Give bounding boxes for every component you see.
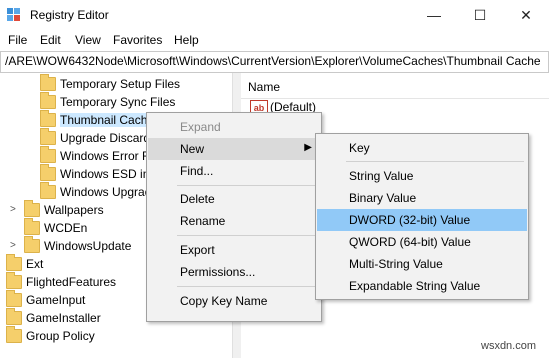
menu-favorites[interactable]: Favorites	[113, 33, 162, 47]
ctx-rename[interactable]: Rename	[148, 210, 320, 232]
sub-expandable-string-value-label: Expandable String Value	[349, 279, 481, 293]
tree-item[interactable]: Temporary Setup Files	[0, 74, 232, 93]
ctx-copy-key-name-label: Copy Key Name	[180, 294, 268, 308]
ctx-permissions[interactable]: Permissions...	[148, 261, 320, 283]
folder-icon	[6, 254, 22, 271]
tree-item-label: FlightedFeatures	[26, 275, 117, 289]
folder-icon	[40, 74, 56, 91]
sub-string-value[interactable]: String Value	[317, 165, 527, 187]
sub-dword-value-label: DWORD (32-bit) Value	[349, 213, 471, 227]
close-button[interactable]: ✕	[503, 0, 549, 31]
ctx-export-label: Export	[180, 243, 215, 257]
address-bar[interactable]: /ARE\WOW6432Node\Microsoft\Windows\Curre…	[0, 51, 549, 73]
ctx-expand-label: Expand	[180, 120, 221, 134]
folder-icon	[40, 146, 56, 163]
chevron-right-icon[interactable]: >	[10, 204, 16, 215]
watermark: wsxdn.com	[481, 340, 537, 352]
folder-icon	[24, 236, 40, 253]
menu-help[interactable]: Help	[174, 33, 199, 47]
sub-key-label: Key	[349, 141, 370, 155]
column-header-name[interactable]: Name	[248, 80, 280, 94]
window-title: Registry Editor	[30, 8, 109, 22]
sub-binary-value[interactable]: Binary Value	[317, 187, 527, 209]
tree-item-label: Thumbnail Cache	[60, 113, 155, 127]
ctx-find-label: Find...	[180, 164, 214, 178]
ctx-delete[interactable]: Delete	[148, 188, 320, 210]
folder-icon	[40, 128, 56, 145]
ctx-delete-label: Delete	[180, 192, 215, 206]
sub-expandable-string-value[interactable]: Expandable String Value	[317, 275, 527, 297]
maximize-button[interactable]: ☐	[457, 0, 503, 31]
ctx-separator	[177, 286, 317, 287]
sub-dword-value[interactable]: DWORD (32-bit) Value	[317, 209, 527, 231]
tree-item-label: Windows Error R	[60, 149, 151, 163]
folder-icon	[6, 326, 22, 343]
folder-icon	[40, 110, 56, 127]
tree-item[interactable]: Temporary Sync Files	[0, 92, 232, 111]
tree-item-label: Ext	[26, 257, 44, 271]
folder-icon	[24, 200, 40, 217]
ctx-rename-label: Rename	[180, 214, 226, 228]
tree-item-label: Windows ESD ins	[60, 167, 156, 181]
folder-icon	[40, 92, 56, 109]
tree-item-label: WindowsUpdate	[44, 239, 132, 253]
ctx-separator	[177, 185, 317, 186]
sub-multi-string-value[interactable]: Multi-String Value	[317, 253, 527, 275]
tree-item-label: GameInput	[26, 293, 86, 307]
tree-item-label: GameInstaller	[26, 311, 101, 325]
minimize-button[interactable]: —	[411, 0, 457, 31]
menu-edit[interactable]: Edit	[40, 33, 61, 47]
column-header-divider	[241, 98, 549, 99]
folder-icon	[6, 290, 22, 307]
sub-multi-string-value-label: Multi-String Value	[349, 257, 443, 271]
folder-icon	[6, 272, 22, 289]
folder-icon	[40, 164, 56, 181]
tree-item-label: Temporary Sync Files	[60, 95, 176, 109]
sub-qword-value-label: QWORD (64-bit) Value	[349, 235, 471, 249]
tree-item[interactable]: Group Policy	[0, 326, 232, 345]
folder-icon	[6, 308, 22, 325]
ctx-find[interactable]: Find...	[148, 160, 320, 182]
ctx-expand[interactable]: Expand	[148, 116, 320, 138]
sub-key[interactable]: Key	[317, 137, 527, 159]
new-submenu: Key String Value Binary Value DWORD (32-…	[315, 133, 529, 300]
chevron-right-icon: ▶	[304, 142, 312, 153]
context-menu: Expand New ▶ Find... Delete Rename Export…	[146, 112, 322, 322]
tree-item-label: Temporary Setup Files	[60, 77, 181, 91]
address-path: /ARE\WOW6432Node\Microsoft\Windows\Curre…	[5, 54, 541, 68]
menu-view[interactable]: View	[75, 33, 101, 47]
sub-separator	[346, 161, 524, 162]
ctx-export[interactable]: Export	[148, 239, 320, 261]
tree-item-label: Windows Upgrad	[60, 185, 152, 199]
sub-binary-value-label: Binary Value	[349, 191, 417, 205]
folder-icon	[24, 218, 40, 235]
ctx-new[interactable]: New ▶	[148, 138, 320, 160]
sub-string-value-label: String Value	[349, 169, 414, 183]
ctx-separator	[177, 235, 317, 236]
sub-qword-value[interactable]: QWORD (64-bit) Value	[317, 231, 527, 253]
menu-file[interactable]: File	[8, 33, 27, 47]
tree-item-label: Wallpapers	[44, 203, 104, 217]
chevron-right-icon[interactable]: >	[10, 240, 16, 251]
folder-icon	[40, 182, 56, 199]
tree-item-label: WCDEn	[44, 221, 88, 235]
ctx-copy-key-name[interactable]: Copy Key Name	[148, 290, 320, 312]
ctx-new-label: New	[180, 142, 205, 156]
registry-editor-icon	[6, 7, 22, 23]
ctx-permissions-label: Permissions...	[180, 265, 256, 279]
tree-item-label: Upgrade Discard	[60, 131, 151, 145]
tree-item-label: Group Policy	[26, 329, 95, 343]
